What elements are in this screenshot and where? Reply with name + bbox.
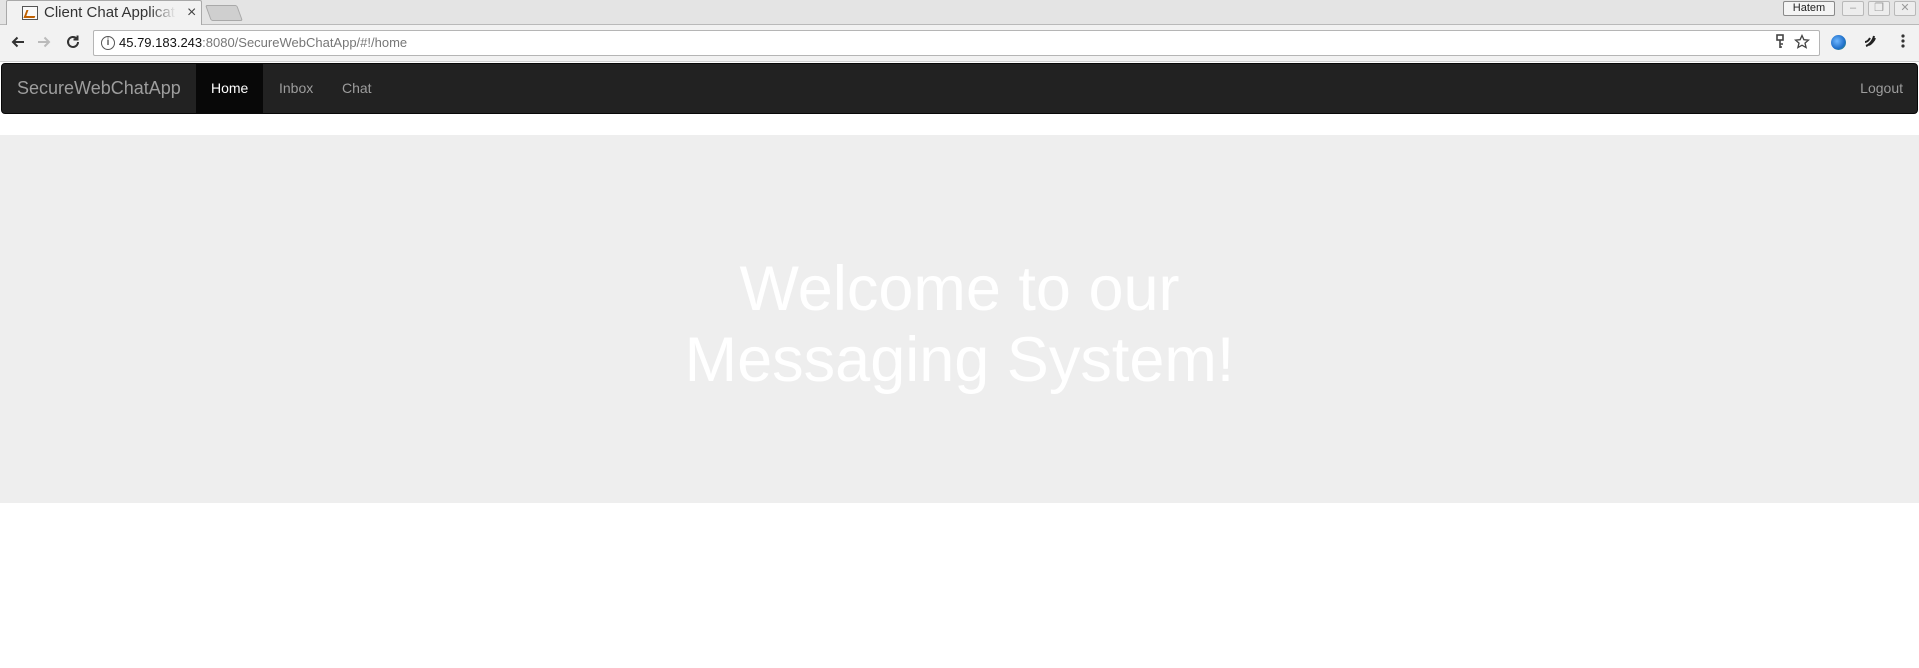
- arrow-left-icon[interactable]: [7, 33, 29, 55]
- nav-item-inbox[interactable]: Inbox: [264, 64, 328, 113]
- hero-title: Welcome to our Messaging System!: [0, 254, 1919, 396]
- nav-item-chat[interactable]: Chat: [327, 64, 387, 113]
- arrow-right-icon[interactable]: [33, 33, 55, 55]
- restore-window-icon[interactable]: ❐: [1868, 1, 1890, 16]
- new-tab-button[interactable]: [205, 5, 243, 21]
- url-path: :8080/SecureWebChatApp/#!/home: [202, 35, 408, 50]
- hero-title-line-1: Welcome to our: [739, 254, 1180, 324]
- favicon-icon: [22, 6, 38, 20]
- globe-icon[interactable]: [1831, 35, 1846, 50]
- kebab-menu-icon[interactable]: [1893, 33, 1913, 53]
- browser-tab-strip: Client Chat Application × Hatem – ❐ ✕: [0, 0, 1919, 25]
- tab-close-icon[interactable]: ×: [187, 4, 196, 22]
- key-icon[interactable]: [1775, 34, 1785, 55]
- close-window-icon[interactable]: ✕: [1894, 1, 1916, 16]
- url-text: 45.79.183.243:8080/SecureWebChatApp/#!/h…: [119, 35, 407, 50]
- address-bar[interactable]: i 45.79.183.243:8080/SecureWebChatApp/#!…: [93, 30, 1820, 56]
- app-navbar: SecureWebChatApp Home Inbox Chat Logout: [1, 63, 1918, 114]
- browser-toolbar: i 45.79.183.243:8080/SecureWebChatApp/#!…: [0, 25, 1919, 62]
- reload-icon[interactable]: [62, 33, 84, 55]
- browser-tab[interactable]: Client Chat Application ×: [6, 0, 202, 25]
- hero-jumbotron: Welcome to our Messaging System!: [0, 135, 1919, 503]
- minimize-window-icon[interactable]: –: [1842, 1, 1864, 16]
- extension-icon[interactable]: [1861, 33, 1881, 53]
- star-icon[interactable]: [1793, 33, 1811, 55]
- profile-button[interactable]: Hatem: [1783, 1, 1835, 16]
- hero-title-line-2: Messaging System!: [684, 325, 1235, 395]
- info-icon[interactable]: i: [101, 36, 115, 50]
- brand-link[interactable]: SecureWebChatApp: [17, 78, 181, 99]
- nav-item-home[interactable]: Home: [196, 64, 264, 113]
- tab-title: Client Chat Application: [44, 4, 176, 21]
- url-host: 45.79.183.243: [119, 35, 203, 50]
- logout-link[interactable]: Logout: [1860, 64, 1903, 113]
